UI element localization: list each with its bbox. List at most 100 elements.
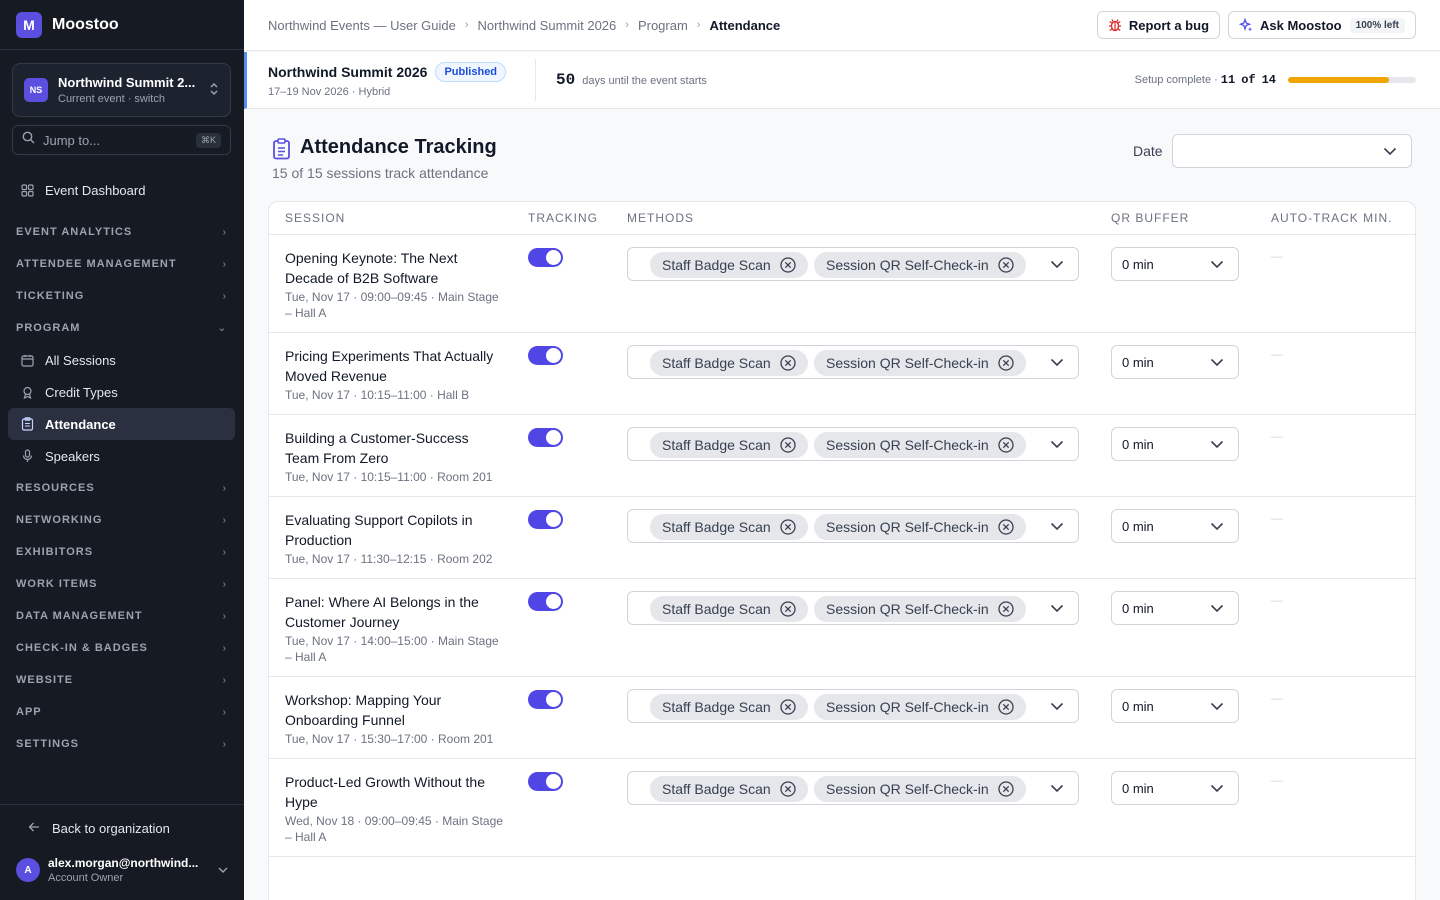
sidebar-section-exhibitors[interactable]: EXHIBITORS › — [8, 536, 235, 568]
remove-icon[interactable] — [780, 437, 796, 453]
sidebar-section-label: RESOURCES — [16, 482, 95, 494]
brand[interactable]: M Moostoo — [0, 0, 244, 50]
tracking-toggle[interactable] — [528, 690, 563, 709]
sidebar-item-credit-types[interactable]: Credit Types — [8, 376, 235, 408]
remove-icon[interactable] — [780, 355, 796, 371]
remove-icon[interactable] — [997, 257, 1014, 273]
methods-multiselect[interactable]: Staff Badge Scan Session QR Self-Check-i… — [627, 247, 1079, 281]
methods-multiselect[interactable]: Staff Badge Scan Session QR Self-Check-i… — [627, 591, 1079, 625]
remove-icon[interactable] — [997, 699, 1014, 715]
table-row: Pricing Experiments That Actually Moved … — [269, 333, 1415, 415]
sidebar-item-label: Credit Types — [45, 384, 118, 400]
sidebar-section-label: APP — [16, 706, 42, 718]
method-chip-label: Session QR Self-Check-in — [826, 257, 989, 273]
qr-buffer-select[interactable]: 0 min — [1111, 247, 1239, 281]
sidebar-section-resources[interactable]: RESOURCES › — [8, 472, 235, 504]
sidebar-section-program[interactable]: PROGRAM ⌄ — [8, 312, 235, 344]
breadcrumb-item[interactable]: Program — [638, 18, 688, 33]
back-to-organization-link[interactable]: Back to organization — [0, 805, 244, 851]
qr-buffer-select[interactable]: 0 min — [1111, 771, 1239, 805]
ask-moostoo-label: Ask Moostoo — [1260, 17, 1342, 33]
remove-icon[interactable] — [997, 437, 1014, 453]
remove-icon[interactable] — [780, 781, 796, 797]
sidebar-section-data-management[interactable]: DATA MANAGEMENT › — [8, 600, 235, 632]
brand-name: Moostoo — [52, 15, 119, 33]
session-title[interactable]: Evaluating Support Copilots in Productio… — [285, 510, 505, 550]
sidebar-section-attendee-management[interactable]: ATTENDEE MANAGEMENT › — [8, 248, 235, 280]
chevron-down-icon — [1050, 437, 1064, 456]
session-title[interactable]: Building a Customer-Success Team From Ze… — [285, 428, 505, 468]
sidebar-item-attendance[interactable]: Attendance — [8, 408, 235, 440]
method-chip-label: Staff Badge Scan — [662, 355, 771, 371]
sidebar-section-settings[interactable]: SETTINGS › — [8, 728, 235, 760]
event-switcher[interactable]: NS Northwind Summit 2... Current event ·… — [12, 63, 231, 117]
setup-total-count: 14 — [1261, 73, 1276, 87]
jump-to-search[interactable]: Jump to... ⌘K — [12, 125, 231, 155]
remove-icon[interactable] — [997, 355, 1014, 371]
remove-icon[interactable] — [780, 257, 796, 273]
tracking-toggle[interactable] — [528, 346, 563, 365]
column-header-qr-buffer: QR BUFFER — [1111, 211, 1190, 225]
tracking-toggle[interactable] — [528, 428, 563, 447]
methods-multiselect[interactable]: Staff Badge Scan Session QR Self-Check-i… — [627, 689, 1079, 723]
column-header-tracking: TRACKING — [528, 211, 599, 225]
remove-icon[interactable] — [997, 519, 1014, 535]
breadcrumb-item[interactable]: Northwind Events — User Guide — [268, 18, 456, 33]
sidebar-section-event-analytics[interactable]: EVENT ANALYTICS › — [8, 216, 235, 248]
tracking-toggle[interactable] — [528, 772, 563, 791]
breadcrumb-item[interactable]: Northwind Summit 2026 — [478, 18, 617, 33]
chevron-down-icon — [218, 864, 228, 876]
qr-buffer-select[interactable]: 0 min — [1111, 345, 1239, 379]
qr-buffer-select[interactable]: 0 min — [1111, 509, 1239, 543]
table-row: Workshop: Mapping Your Onboarding Funnel… — [269, 677, 1415, 759]
qr-buffer-select[interactable]: 0 min — [1111, 591, 1239, 625]
chevron-right-icon: › — [222, 578, 227, 590]
remove-icon[interactable] — [780, 519, 796, 535]
sidebar-section-website[interactable]: WEBSITE › — [8, 664, 235, 696]
ask-moostoo-button[interactable]: Ask Moostoo 100% left — [1228, 11, 1416, 39]
sidebar-item-label: Speakers — [45, 448, 100, 464]
qr-buffer-select[interactable]: 0 min — [1111, 689, 1239, 723]
sidebar-section-ticketing[interactable]: TICKETING › — [8, 280, 235, 312]
session-meta: Wed, Nov 18 · 09:00–09:45 · Main Stage –… — [285, 814, 503, 844]
sidebar-item-all-sessions[interactable]: All Sessions — [8, 344, 235, 376]
column-header-auto-track: AUTO-TRACK MIN. — [1271, 211, 1393, 225]
session-title[interactable]: Opening Keynote: The Next Decade of B2B … — [285, 248, 505, 288]
sidebar-section-label: ATTENDEE MANAGEMENT — [16, 258, 177, 270]
sidebar-section-networking[interactable]: NETWORKING › — [8, 504, 235, 536]
sidebar-section-label: DATA MANAGEMENT — [16, 610, 143, 622]
qr-buffer-select[interactable]: 0 min — [1111, 427, 1239, 461]
sidebar-item-speakers[interactable]: Speakers — [8, 440, 235, 472]
sidebar-item-event-dashboard[interactable]: Event Dashboard — [8, 174, 235, 206]
session-title[interactable]: Panel: Where AI Belongs in the Customer … — [285, 592, 505, 632]
sidebar-section-label: SETTINGS — [16, 738, 80, 750]
user-menu[interactable]: A alex.morgan@northwind... Account Owner — [0, 851, 244, 889]
remove-icon[interactable] — [997, 781, 1014, 797]
methods-multiselect[interactable]: Staff Badge Scan Session QR Self-Check-i… — [627, 427, 1079, 461]
methods-multiselect[interactable]: Staff Badge Scan Session QR Self-Check-i… — [627, 345, 1079, 379]
remove-icon[interactable] — [780, 699, 796, 715]
remove-icon[interactable] — [780, 601, 796, 617]
sidebar-section-work-items[interactable]: WORK ITEMS › — [8, 568, 235, 600]
setup-progress[interactable]: Setup complete · 11 of 14 — [1135, 73, 1416, 87]
sidebar-section-app[interactable]: APP › — [8, 696, 235, 728]
session-title[interactable]: Product-Led Growth Without the Hype — [285, 772, 505, 812]
sidebar: M Moostoo NS Northwind Summit 2... Curre… — [0, 0, 244, 900]
methods-multiselect[interactable]: Staff Badge Scan Session QR Self-Check-i… — [627, 771, 1079, 805]
session-title[interactable]: Pricing Experiments That Actually Moved … — [285, 346, 505, 386]
tracking-toggle[interactable] — [528, 248, 563, 267]
sidebar-section-checkin-badges[interactable]: CHECK-IN & BADGES › — [8, 632, 235, 664]
report-bug-button[interactable]: Report a bug — [1096, 11, 1221, 39]
tracking-toggle[interactable] — [528, 510, 563, 529]
date-filter-select[interactable] — [1172, 134, 1412, 168]
user-info: alex.morgan@northwind... Account Owner — [48, 856, 218, 884]
event-countdown: 50 days until the event starts — [556, 71, 1135, 89]
remove-icon[interactable] — [997, 601, 1014, 617]
methods-multiselect[interactable]: Staff Badge Scan Session QR Self-Check-i… — [627, 509, 1079, 543]
user-role: Account Owner — [48, 872, 124, 884]
event-status-strip: Northwind Summit 2026 Published 17–19 No… — [244, 52, 1440, 109]
tracking-toggle[interactable] — [528, 592, 563, 611]
qr-buffer-value: 0 min — [1122, 519, 1154, 534]
event-badge: NS — [24, 78, 48, 102]
session-title[interactable]: Workshop: Mapping Your Onboarding Funnel — [285, 690, 505, 730]
